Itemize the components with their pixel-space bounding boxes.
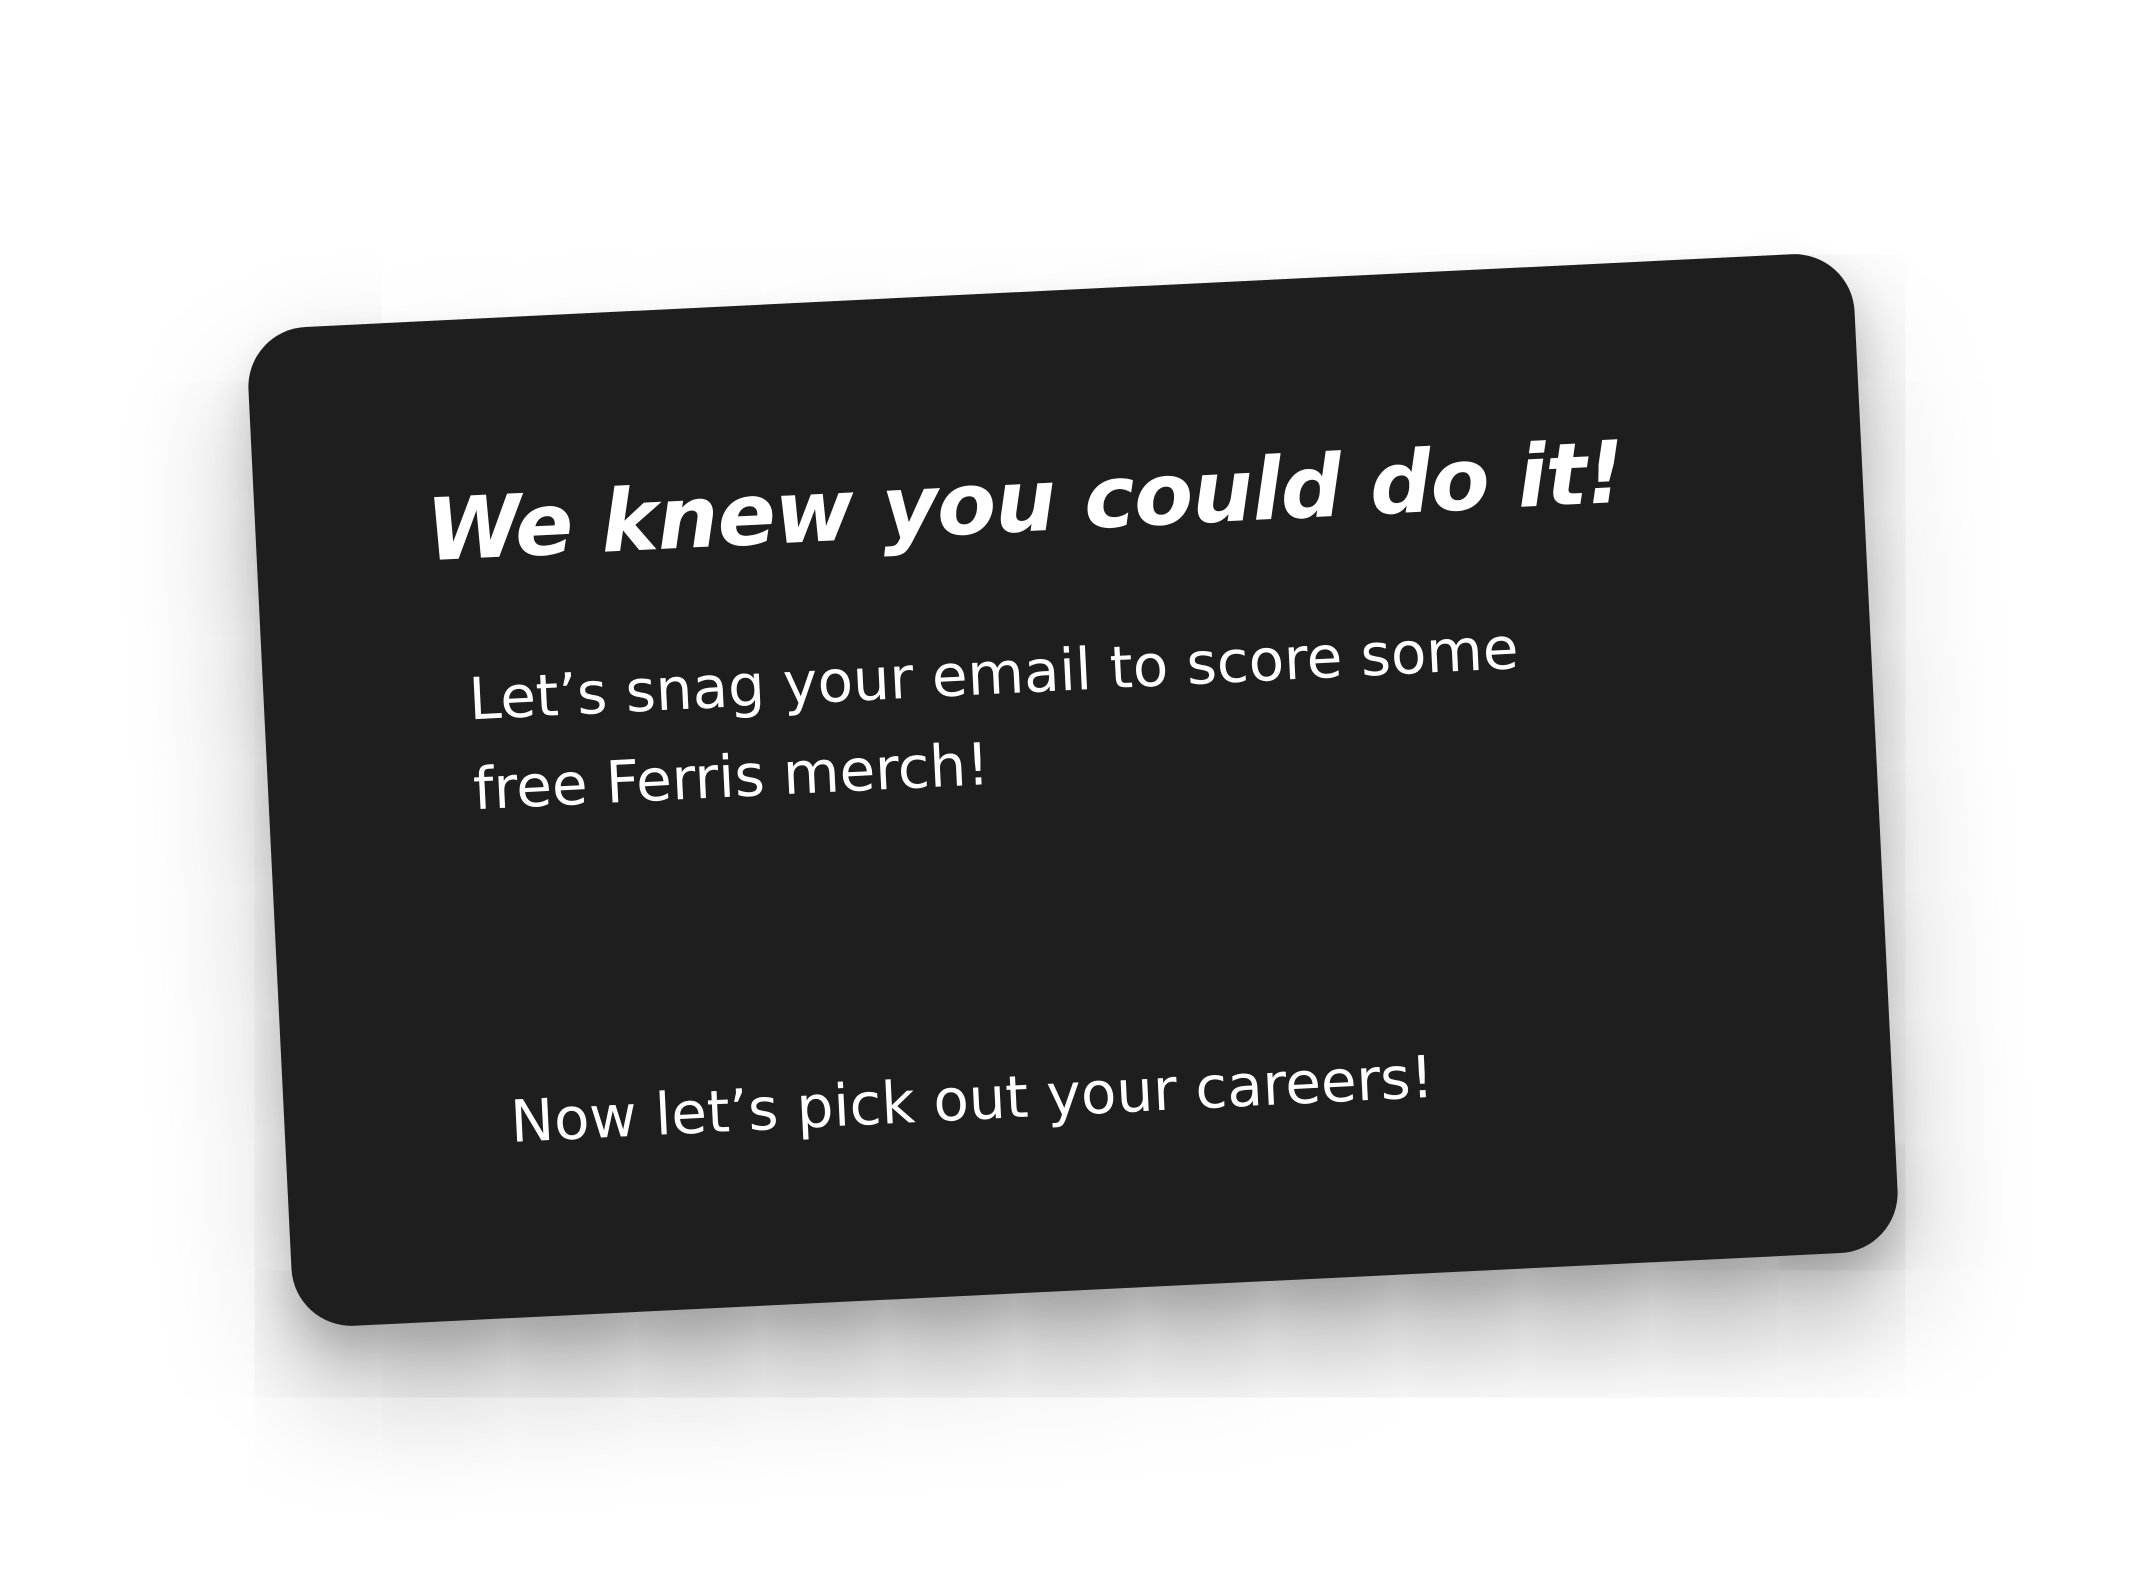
card-cta-text: Now let’s pick out your careers! bbox=[508, 1042, 1436, 1156]
message-card: We knew you could do it! Let’s snag your… bbox=[245, 251, 1901, 1329]
card-body: Let’s snag your email to score some free… bbox=[467, 591, 1774, 834]
card-title: We knew you could do it! bbox=[424, 422, 1627, 582]
